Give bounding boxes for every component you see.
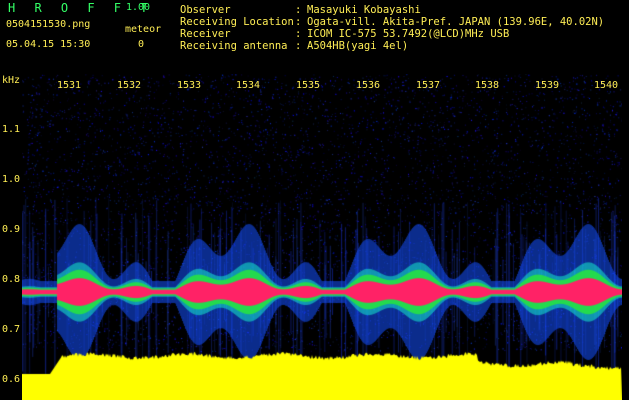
meteor-label: meteor xyxy=(125,24,162,35)
time-tick: 1536 xyxy=(356,80,381,91)
app-version: 1.00 xyxy=(126,2,151,13)
observer-label: Observer xyxy=(180,4,231,16)
date-time: 05.04.15 15:30 xyxy=(6,39,91,50)
time-tick: 1532 xyxy=(117,80,142,91)
y-tick: 0.6 xyxy=(2,374,21,385)
spectrogram-plot xyxy=(22,74,622,400)
y-unit-label: kHz xyxy=(2,75,21,86)
y-tick: 0.7 xyxy=(2,324,21,335)
separator: : xyxy=(295,16,302,28)
location-value: Ogata-vill. Akita-Pref. JAPAN (139.96E, … xyxy=(307,16,605,28)
time-tick: 1534 xyxy=(236,80,261,91)
y-tick: 0.8 xyxy=(2,274,21,285)
time-tick: 1540 xyxy=(594,80,619,91)
location-label: Receiving Location xyxy=(180,16,294,28)
time-tick: 1539 xyxy=(535,80,560,91)
time-tick: 1533 xyxy=(177,80,202,91)
time-tick: 1531 xyxy=(57,80,82,91)
y-tick: 1.1 xyxy=(2,124,21,135)
receiver-value: ICOM IC-575 53.7492(@LCD)MHz USB xyxy=(307,28,510,40)
observer-value: Masayuki Kobayashi xyxy=(307,4,421,16)
meteor-count: 0 xyxy=(138,39,145,50)
separator: : xyxy=(295,4,302,16)
separator: : xyxy=(295,40,302,52)
time-tick: 1535 xyxy=(296,80,321,91)
time-tick: 1537 xyxy=(416,80,441,91)
file-name: 0504151530.png xyxy=(6,19,91,30)
time-tick: 1538 xyxy=(475,80,500,91)
antenna-label: Receiving antenna xyxy=(180,40,288,52)
y-tick: 1.0 xyxy=(2,174,21,185)
separator: : xyxy=(295,28,302,40)
hroft-spectrogram-screen: H R O F F T 1.00 0504151530.png meteor 0… xyxy=(0,0,629,400)
receiver-label: Receiver xyxy=(180,28,231,40)
antenna-value: A504HB(yagi 4el) xyxy=(307,40,409,52)
y-tick: 0.9 xyxy=(2,224,21,235)
